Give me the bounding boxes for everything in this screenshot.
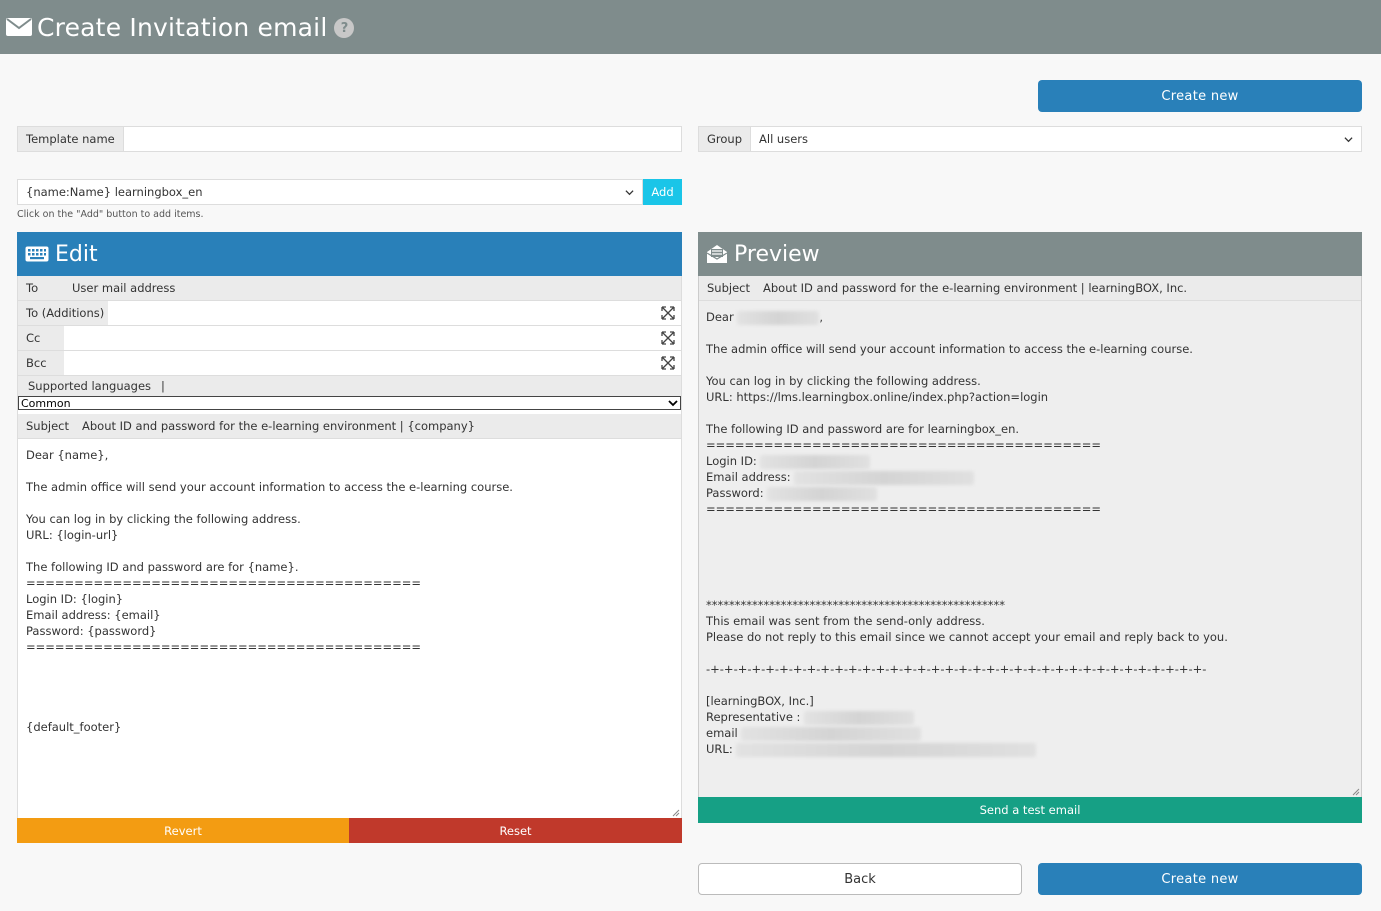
subject-row: Subject About ID and password for the e-… xyxy=(18,414,681,439)
back-button[interactable]: Back xyxy=(698,863,1022,895)
redacted-email xyxy=(794,470,975,485)
expand-icon[interactable] xyxy=(661,356,675,370)
reset-button[interactable]: Reset xyxy=(349,818,682,843)
preview-email-label: Email address: xyxy=(706,470,791,484)
resize-grip-icon[interactable] xyxy=(672,809,680,817)
preview-sep-top: ========================================… xyxy=(706,438,1102,452)
language-value: Common xyxy=(21,396,71,410)
group-value: All users xyxy=(759,132,809,146)
preview-line2: You can log in by clicking the following… xyxy=(706,374,981,388)
create-new-button-bottom[interactable]: Create new xyxy=(1038,863,1362,895)
expand-icon[interactable] xyxy=(661,331,675,345)
add-button[interactable]: Add xyxy=(643,179,682,205)
group-select[interactable]: All users xyxy=(751,127,1361,151)
supported-languages-label: Supported languages xyxy=(28,379,152,393)
preview-sep-bottom: ========================================… xyxy=(706,502,1102,516)
template-name-input[interactable] xyxy=(124,127,681,151)
resize-grip-icon[interactable] xyxy=(1352,788,1360,796)
preview-notice1: This email was sent from the send-only a… xyxy=(706,614,985,628)
bcc-row: Bcc xyxy=(18,351,681,376)
preview-password-label: Password: xyxy=(706,486,764,500)
item-select-value: {name:Name} learningbox_en xyxy=(26,185,203,199)
open-envelope-icon xyxy=(706,245,728,263)
to-additions-label: To (Additions) xyxy=(18,301,108,325)
redacted-url xyxy=(736,742,1037,757)
expand-icon[interactable] xyxy=(661,306,675,320)
create-new-button-top[interactable]: Create new xyxy=(1038,80,1362,112)
chevron-down-icon xyxy=(625,189,634,195)
preview-dear-end: , xyxy=(819,310,824,324)
redacted-login xyxy=(760,454,871,469)
preview-subject-row: Subject About ID and password for the e-… xyxy=(699,276,1361,301)
group-label: Group xyxy=(699,127,752,151)
item-select[interactable]: {name:Name} learningbox_en xyxy=(17,179,643,205)
preview-title: Preview xyxy=(734,241,820,267)
preview-subject-value: About ID and password for the e-learning… xyxy=(763,281,1188,295)
subject-input[interactable]: About ID and password for the e-learning… xyxy=(74,414,681,438)
bcc-label: Bcc xyxy=(18,351,64,375)
subject-label: Subject xyxy=(18,414,74,438)
edit-panel-header: Edit xyxy=(17,232,682,276)
redacted-contact-email xyxy=(741,726,922,741)
page-header: Create Invitation email ? xyxy=(0,0,1381,54)
send-test-email-button[interactable]: Send a test email xyxy=(698,797,1362,823)
chevron-down-icon xyxy=(668,400,678,407)
edit-title: Edit xyxy=(55,241,98,267)
keyboard-icon xyxy=(25,246,49,262)
template-name-label: Template name xyxy=(18,127,124,151)
preview-line4: The following ID and password are for le… xyxy=(706,422,1020,436)
preview-subject-label: Subject xyxy=(707,281,750,295)
preview-line1: The admin office will send your account … xyxy=(706,342,1193,356)
preview-panel-header: Preview xyxy=(698,232,1362,276)
language-select[interactable]: Common xyxy=(18,396,681,410)
languages-separator: | xyxy=(161,379,165,393)
page-title: Create Invitation email xyxy=(37,12,328,42)
to-value: User mail address xyxy=(72,281,176,295)
preview-notice2: Please do not reply to this email since … xyxy=(706,630,1228,644)
add-hint: Click on the "Add" button to add items. xyxy=(17,209,204,220)
help-icon[interactable]: ? xyxy=(334,18,355,38)
supported-languages-row: Supported languages | xyxy=(18,376,681,396)
cc-input[interactable] xyxy=(64,326,681,350)
preview-line3: URL: https://lms.learningbox.online/inde… xyxy=(706,390,1049,404)
redacted-rep xyxy=(804,710,915,725)
redacted-password xyxy=(767,486,878,501)
template-name-row: Template name xyxy=(17,126,682,152)
group-row: Group All users xyxy=(698,126,1362,152)
preview-dear: Dear xyxy=(706,310,734,324)
preview-company: [learningBOX, Inc.] xyxy=(706,694,814,708)
envelope-icon xyxy=(6,18,32,36)
preview-login-label: Login ID: xyxy=(706,454,757,468)
preview-plusline: -+-+-+-+-+-+-+-+-+-+-+-+-+-+-+-+-+-+-+-+… xyxy=(706,662,1207,676)
to-row: To User mail address xyxy=(18,276,681,301)
preview-stars: ****************************************… xyxy=(706,598,1005,612)
to-label: To xyxy=(18,276,64,300)
cc-row: Cc xyxy=(18,326,681,351)
preview-url-label: URL: xyxy=(706,742,733,756)
edit-panel: To User mail address To (Additions) Cc B… xyxy=(17,276,682,818)
preview-email-label2: email xyxy=(706,726,738,740)
redacted-name xyxy=(737,310,820,325)
body-textarea[interactable]: Dear {name}, The admin office will send … xyxy=(18,439,681,743)
preview-body: Dear , The admin office will send your a… xyxy=(699,301,1361,765)
preview-panel: Subject About ID and password for the e-… xyxy=(698,276,1362,797)
cc-label: Cc xyxy=(18,326,64,350)
to-additions-input[interactable] xyxy=(108,301,681,325)
to-additions-row: To (Additions) xyxy=(18,301,681,326)
bcc-input[interactable] xyxy=(64,351,681,375)
revert-button[interactable]: Revert xyxy=(17,818,349,843)
chevron-down-icon xyxy=(1344,136,1353,142)
preview-rep-label: Representative : xyxy=(706,710,801,724)
